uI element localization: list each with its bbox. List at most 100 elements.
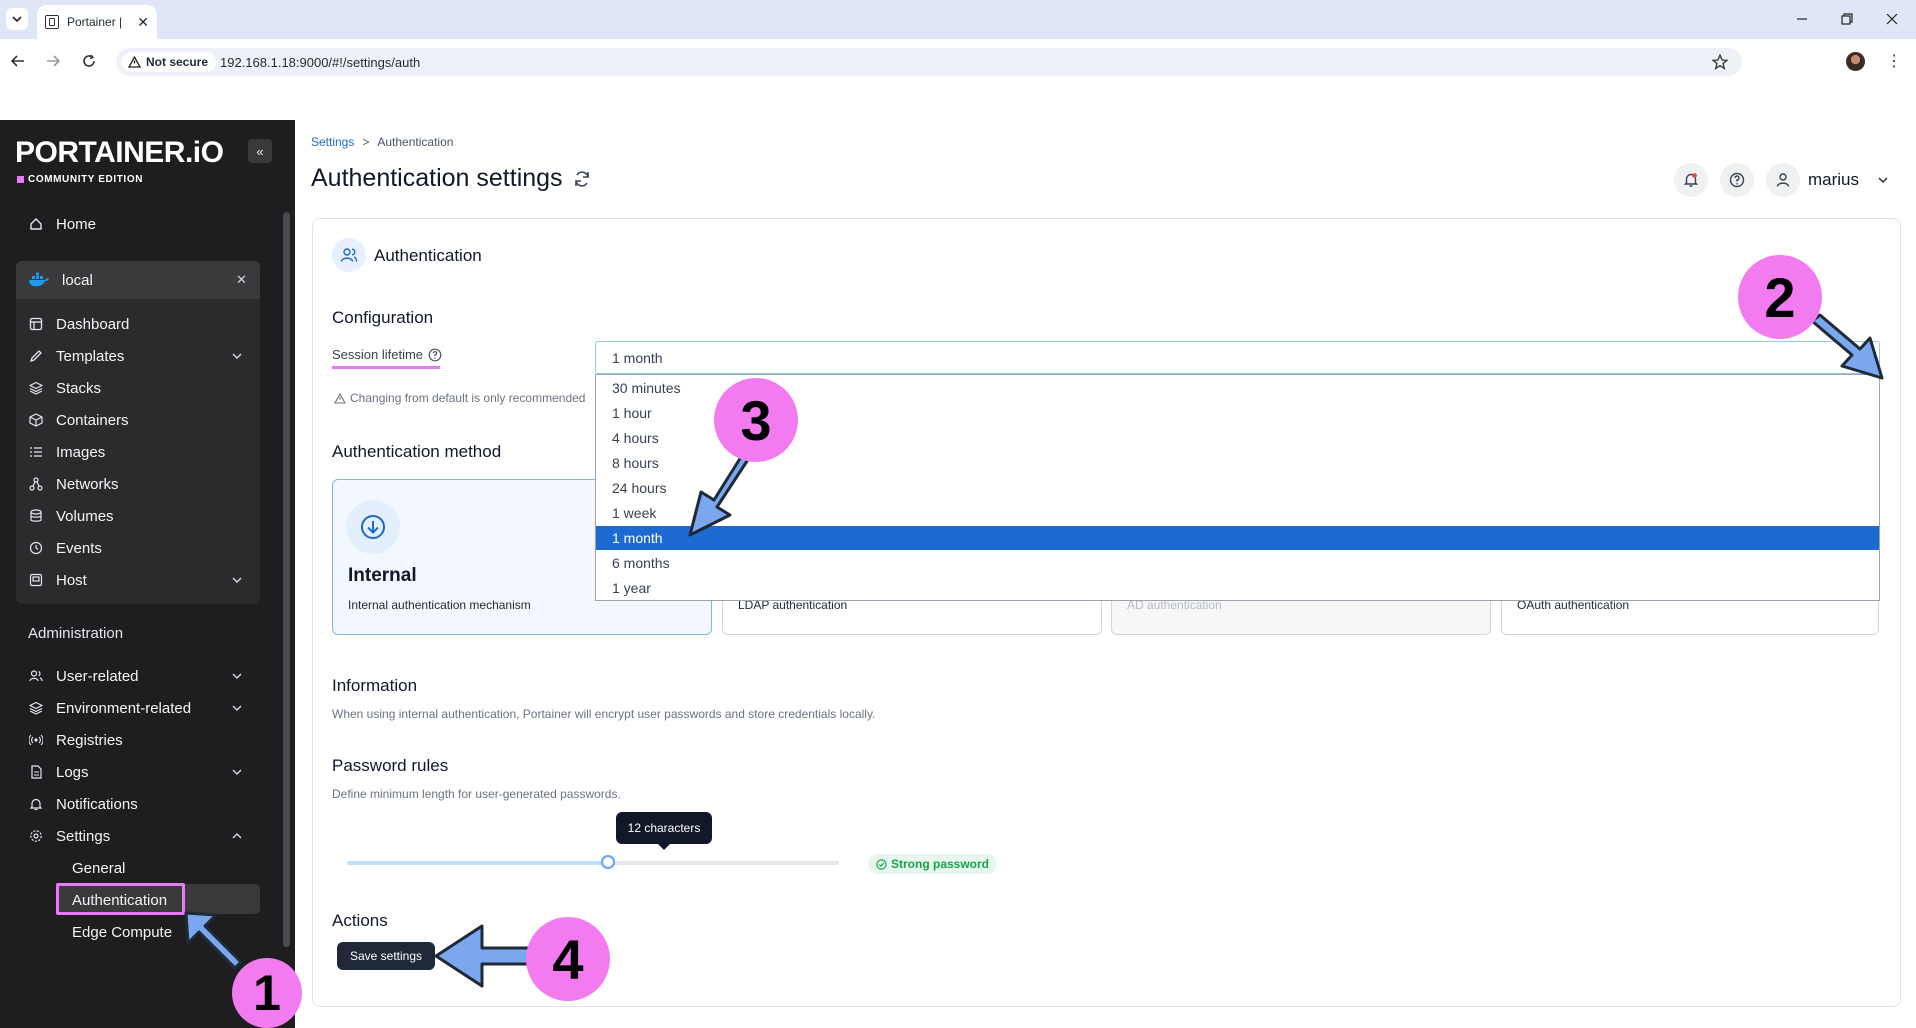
not-secure-chip[interactable]: Not secure: [122, 52, 217, 72]
user-avatar-button[interactable]: [1766, 163, 1800, 197]
dropdown-option[interactable]: 24 hours: [612, 478, 666, 498]
edition-square-icon: [17, 176, 24, 183]
close-window-button[interactable]: [1872, 6, 1912, 32]
url-text[interactable]: 192.168.1.18:9000/#!/settings/auth: [220, 55, 420, 70]
sidebar-item-home[interactable]: Home: [28, 213, 96, 235]
bookmark-button[interactable]: [1708, 50, 1732, 74]
sidebar-subitem-edge-compute[interactable]: Edge Compute: [72, 921, 172, 943]
close-tab-icon[interactable]: ✕: [137, 14, 149, 31]
bell-icon: [28, 796, 44, 812]
sidebar-scrollbar[interactable]: [283, 212, 290, 947]
dropdown-option[interactable]: 4 hours: [612, 428, 659, 448]
sidebar-item-images[interactable]: Images: [28, 441, 105, 463]
breadcrumb-current: Authentication: [377, 135, 454, 149]
tab-search-button[interactable]: [6, 8, 28, 30]
sidebar-item-volumes[interactable]: Volumes: [28, 505, 114, 527]
sidebar-item-dashboard[interactable]: Dashboard: [28, 313, 129, 335]
chevron-down-icon[interactable]: [230, 573, 244, 587]
restore-icon: [1841, 13, 1853, 25]
sidebar-item-environment-related[interactable]: Environment-related: [28, 697, 191, 719]
close-environment-icon[interactable]: ✕: [236, 272, 247, 288]
forward-button[interactable]: [40, 48, 66, 74]
file-text-icon: [28, 764, 44, 780]
actions-heading: Actions: [332, 911, 388, 930]
dropdown-option-selected[interactable]: 1 month: [612, 528, 663, 548]
dropdown-option[interactable]: 1 week: [612, 503, 656, 523]
refresh-icon[interactable]: [573, 170, 591, 188]
chevron-down-icon[interactable]: [230, 669, 244, 683]
dropdown-option[interactable]: 30 minutes: [612, 378, 680, 398]
sidebar-item-notifications[interactable]: Notifications: [28, 793, 138, 815]
chevron-down-icon[interactable]: [230, 701, 244, 715]
sidebar-item-label: Notifications: [56, 795, 138, 813]
dropdown-option[interactable]: 8 hours: [612, 453, 659, 473]
sidebar-item-label: Logs: [56, 763, 89, 781]
chevron-down-icon[interactable]: [230, 349, 244, 363]
chevron-up-icon[interactable]: [230, 829, 244, 843]
restore-button[interactable]: [1827, 6, 1867, 32]
portainer-favicon-icon: [45, 15, 59, 29]
portainer-logo[interactable]: PORTAINER.iO: [15, 136, 224, 170]
slider-tooltip: 12 characters: [616, 812, 712, 850]
radio-icon: [28, 732, 44, 748]
notifications-button[interactable]: [1674, 163, 1708, 197]
dropdown-selected-highlight: [596, 526, 1879, 550]
password-strength-badge: Strong password: [868, 854, 998, 874]
collapse-sidebar-button[interactable]: «: [248, 139, 272, 163]
method-desc-internal: Internal authentication mechanism: [348, 598, 531, 612]
user-icon: [1776, 173, 1790, 187]
profile-avatar[interactable]: [1846, 52, 1865, 71]
help-circle-icon[interactable]: [428, 348, 442, 362]
arrow-left-icon: [11, 55, 24, 67]
dropdown-option[interactable]: 1 year: [612, 578, 651, 598]
authentication-method-heading: Authentication method: [332, 442, 502, 461]
sidebar-item-settings[interactable]: Settings: [28, 825, 110, 847]
not-secure-label: Not secure: [146, 55, 209, 69]
browser-tab[interactable]: Portainer | ✕: [37, 5, 157, 39]
sidebar-item-label: Networks: [56, 475, 119, 493]
sidebar-item-label: Registries: [56, 731, 123, 749]
dropdown-option[interactable]: 6 months: [612, 553, 670, 573]
minimize-button[interactable]: [1782, 6, 1822, 32]
warning-icon: [128, 56, 141, 68]
back-button[interactable]: [5, 48, 31, 74]
reload-button[interactable]: [76, 48, 102, 74]
card-title: Authentication: [374, 246, 482, 265]
edit-icon: [28, 348, 44, 364]
dropdown-option[interactable]: 1 hour: [612, 403, 652, 423]
sidebar-item-stacks[interactable]: Stacks: [28, 377, 101, 399]
annotation-badge-4: 4: [526, 917, 610, 1001]
password-length-slider-handle[interactable]: [600, 855, 615, 869]
sidebar-item-events[interactable]: Events: [28, 537, 102, 559]
chevron-down-icon[interactable]: [1877, 174, 1889, 186]
environment-name: local: [62, 271, 93, 289]
session-warning-text: Changing from default is only recommende…: [350, 391, 586, 405]
sidebar-item-networks[interactable]: Networks: [28, 473, 119, 495]
information-text: When using internal authentication, Port…: [332, 707, 876, 721]
breadcrumb: Settings > Authentication: [311, 135, 453, 149]
password-length-slider-fill: [347, 861, 608, 865]
edition-text: COMMUNITY EDITION: [28, 174, 144, 185]
browser-menu-icon[interactable]: ⋮: [1886, 52, 1902, 72]
save-settings-button[interactable]: Save settings: [337, 942, 435, 970]
sidebar-item-containers[interactable]: Containers: [28, 409, 129, 431]
sidebar-item-host[interactable]: Host: [28, 569, 87, 591]
sidebar-item-logs[interactable]: Logs: [28, 761, 89, 783]
session-lifetime-text: Session lifetime: [332, 347, 424, 362]
session-lifetime-select[interactable]: 1 month: [595, 341, 1880, 374]
reload-icon: [83, 54, 95, 67]
session-lifetime-label: Session lifetime: [332, 347, 442, 362]
sidebar-item-templates[interactable]: Templates: [28, 345, 124, 367]
sidebar-subitem-general[interactable]: General: [72, 857, 125, 879]
password-rules-text: Define minimum length for user-generated…: [332, 787, 621, 801]
highlight-underline: [332, 366, 440, 369]
sidebar-item-user-related[interactable]: User-related: [28, 665, 139, 687]
highlight-box: [56, 883, 185, 915]
environment-local[interactable]: local: [28, 269, 93, 291]
username[interactable]: marius: [1808, 170, 1859, 190]
breadcrumb-settings-link[interactable]: Settings: [311, 135, 354, 149]
sidebar-item-registries[interactable]: Registries: [28, 729, 123, 751]
close-icon: [1886, 13, 1898, 25]
help-button[interactable]: [1720, 163, 1754, 197]
chevron-down-icon[interactable]: [230, 765, 244, 779]
